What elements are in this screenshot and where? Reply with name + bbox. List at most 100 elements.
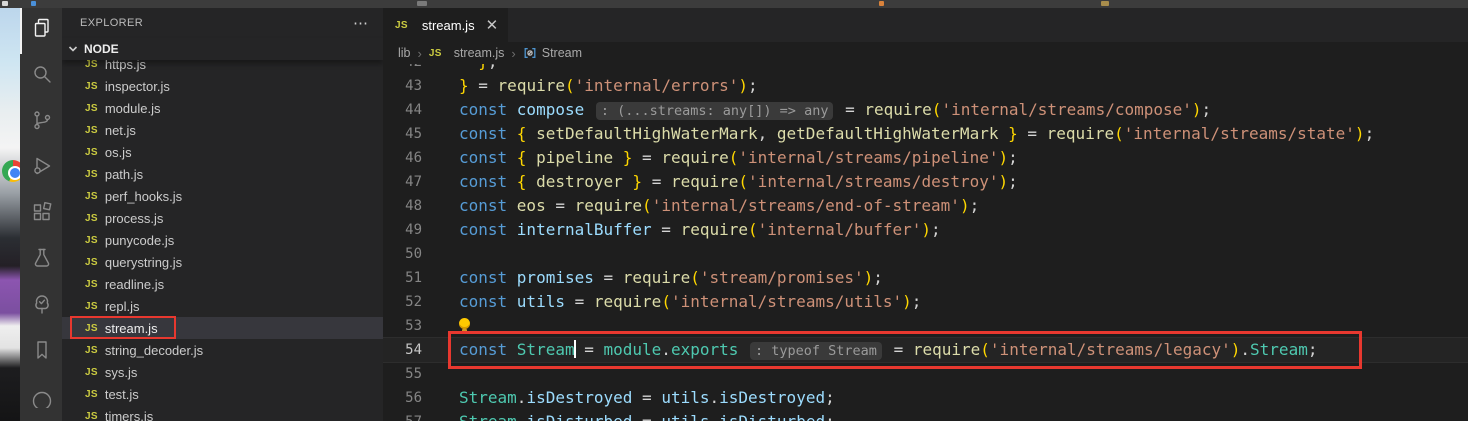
token: ;	[825, 412, 835, 421]
token: ;	[825, 388, 835, 407]
token: Stream	[459, 412, 517, 421]
file-item-inspector.js[interactable]: JSinspector.js	[62, 75, 383, 97]
code-editor[interactable]: 42 },43} = require('internal/errors');44…	[383, 64, 1468, 421]
token: ,	[488, 64, 498, 71]
token: require	[681, 220, 748, 239]
code-line-44[interactable]: 44const compose : (...streams: any[]) =>…	[383, 98, 1468, 122]
line-number: 52	[383, 290, 422, 314]
code-line-57[interactable]: 57Stream.isDisturbed = utils.isDisturbed…	[383, 410, 1468, 421]
js-file-icon: JS	[85, 345, 98, 356]
activity-item-testing[interactable]	[20, 237, 62, 283]
token: isDestroyed	[526, 388, 632, 407]
token: )	[864, 268, 874, 287]
activity-item-extensions[interactable]	[20, 192, 62, 238]
code-line-47[interactable]: 47const { destroyer } = require('interna…	[383, 170, 1468, 194]
token: (	[748, 220, 758, 239]
token: }	[1008, 124, 1018, 143]
file-name: timers.js	[105, 409, 153, 421]
token: utils	[661, 412, 709, 421]
inlay-hint: : (...streams: any[]) => any	[596, 102, 834, 120]
activity-item-todo-tree[interactable]	[20, 283, 62, 329]
token: 'internal/streams/legacy'	[990, 340, 1231, 359]
file-item-readline.js[interactable]: JSreadline.js	[62, 273, 383, 295]
line-content: },	[422, 64, 498, 74]
file-item-test.js[interactable]: JStest.js	[62, 383, 383, 405]
token: compose	[517, 100, 584, 119]
file-item-path.js[interactable]: JSpath.js	[62, 163, 383, 185]
token	[526, 148, 536, 167]
symbol-variable-icon	[523, 46, 537, 60]
code-line-45[interactable]: 45const { setDefaultHighWaterMark, getDe…	[383, 122, 1468, 146]
code-line-50[interactable]: 50	[383, 242, 1468, 266]
activity-item-explorer[interactable]	[20, 8, 62, 54]
token: const	[459, 340, 517, 359]
breadcrumb-symbol-stream[interactable]: Stream	[523, 46, 582, 60]
search-icon	[30, 62, 54, 91]
token: const	[459, 172, 517, 191]
token: 'stream/promises'	[700, 268, 864, 287]
tab-label: stream.js	[422, 18, 475, 33]
file-item-process.js[interactable]: JSprocess.js	[62, 207, 383, 229]
code-line-42[interactable]: 42 },	[383, 64, 1468, 74]
file-item-timers.js[interactable]: JS timers.js	[62, 405, 383, 421]
breadcrumb-lib[interactable]: lib	[398, 46, 411, 60]
folder-header-node[interactable]: NODE	[62, 38, 383, 60]
code-line-43[interactable]: 43} = require('internal/errors');	[383, 74, 1468, 98]
line-number: 46	[383, 146, 422, 170]
file-item-module.js[interactable]: JSmodule.js	[62, 97, 383, 119]
token: (	[661, 292, 671, 311]
token: =	[469, 76, 498, 95]
explorer-more-actions-icon[interactable]: ⋯	[353, 14, 369, 32]
token: pipeline	[536, 148, 613, 167]
code-line-55[interactable]: 55	[383, 362, 1468, 386]
token: {	[517, 172, 527, 191]
background-speck	[1101, 1, 1109, 6]
file-item-querystring.js[interactable]: JSquerystring.js	[62, 251, 383, 273]
file-item-punycode.js[interactable]: JSpunycode.js	[62, 229, 383, 251]
line-number: 56	[383, 386, 422, 410]
file-item-os.js[interactable]: JSos.js	[62, 141, 383, 163]
token: {	[517, 148, 527, 167]
file-item-string_decoder.js[interactable]: JSstring_decoder.js	[62, 339, 383, 361]
js-file-icon: JS	[85, 59, 98, 70]
js-file-icon: JS	[85, 191, 98, 202]
token: Stream	[517, 340, 575, 359]
file-item-net.js[interactable]: JSnet.js	[62, 119, 383, 141]
close-icon[interactable]: ✕	[486, 18, 499, 33]
code-line-46[interactable]: 46const { pipeline } = require('internal…	[383, 146, 1468, 170]
code-line-52[interactable]: 52const utils = require('internal/stream…	[383, 290, 1468, 314]
file-name: module.js	[105, 101, 161, 116]
token: require	[1047, 124, 1114, 143]
file-item-repl.js[interactable]: JSrepl.js	[62, 295, 383, 317]
file-item-sys.js[interactable]: JSsys.js	[62, 361, 383, 383]
background-speck	[417, 1, 427, 6]
token: eos	[517, 196, 546, 215]
code-line-48[interactable]: 48const eos = require('internal/streams/…	[383, 194, 1468, 218]
file-item-perf_hooks.js[interactable]: JSperf_hooks.js	[62, 185, 383, 207]
token: const	[459, 196, 517, 215]
token: )	[1355, 124, 1365, 143]
token: utils	[661, 388, 709, 407]
token: }	[623, 148, 633, 167]
activity-item-run-debug[interactable]	[20, 146, 62, 192]
lightbulb-code-action-icon[interactable]	[459, 318, 470, 329]
js-file-icon: JS	[85, 411, 98, 421]
activity-item-bookmarks[interactable]	[20, 329, 62, 375]
token: ;	[931, 220, 941, 239]
code-line-54[interactable]: 54const Stream = module.exports : typeof…	[383, 337, 1468, 363]
token: Stream	[459, 388, 517, 407]
line-content	[422, 314, 459, 338]
code-line-51[interactable]: 51const promises = require('stream/promi…	[383, 266, 1468, 290]
code-line-53[interactable]: 53	[383, 314, 1468, 338]
activity-item-search[interactable]	[20, 54, 62, 100]
tree-check-icon	[30, 292, 54, 321]
code-line-56[interactable]: 56Stream.isDestroyed = utils.isDestroyed…	[383, 386, 1468, 410]
js-file-icon: JS	[85, 213, 98, 224]
tab-stream-js[interactable]: JS stream.js ✕	[383, 8, 508, 42]
activity-item-account[interactable]	[20, 375, 62, 421]
activity-item-source-control[interactable]	[20, 100, 62, 146]
js-file-icon: JS	[85, 81, 98, 92]
code-line-49[interactable]: 49const internalBuffer = require('intern…	[383, 218, 1468, 242]
breadcrumb-file[interactable]: JS stream.js	[429, 46, 505, 60]
file-item-stream.js[interactable]: JSstream.js	[62, 317, 383, 339]
